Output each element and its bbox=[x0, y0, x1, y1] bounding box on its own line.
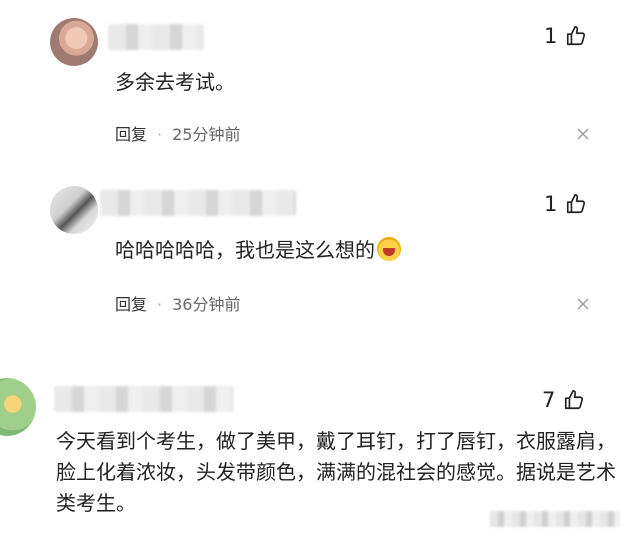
comment-meta: 回复 · 36分钟前 bbox=[115, 291, 240, 315]
comment-meta: 回复 · 25分钟前 bbox=[115, 121, 240, 145]
close-icon[interactable] bbox=[577, 298, 589, 310]
meta-separator: · bbox=[157, 125, 163, 144]
username-blurred[interactable] bbox=[54, 386, 234, 412]
reply-link[interactable]: 回复 bbox=[115, 295, 147, 314]
like-button[interactable]: 1 bbox=[544, 192, 587, 216]
comment-time: 36分钟前 bbox=[172, 295, 241, 314]
like-button[interactable]: 1 bbox=[544, 24, 587, 48]
watermark-blurred bbox=[490, 511, 620, 527]
like-button[interactable]: 7 bbox=[542, 388, 585, 412]
thumbs-up-icon bbox=[567, 26, 586, 46]
avatar[interactable] bbox=[0, 378, 36, 436]
laughing-crying-emoji-icon bbox=[377, 237, 401, 261]
username-blurred[interactable] bbox=[108, 24, 204, 50]
like-count: 1 bbox=[544, 24, 558, 48]
thumbs-up-icon bbox=[565, 390, 584, 410]
comment-text: 哈哈哈哈哈，我也是这么想的 bbox=[115, 235, 401, 266]
like-count: 1 bbox=[544, 192, 558, 216]
like-count: 7 bbox=[542, 388, 556, 412]
comment-text: 今天看到个考生，做了美甲，戴了耳钉，打了唇钉，衣服露肩，脸上化着浓妆，头发带颜色… bbox=[56, 429, 616, 515]
meta-separator: · bbox=[157, 295, 163, 314]
close-icon[interactable] bbox=[577, 128, 589, 140]
thumbs-up-icon bbox=[567, 194, 586, 214]
comment-text: 多余去考试。 bbox=[115, 70, 235, 94]
username-blurred[interactable] bbox=[100, 190, 296, 216]
comment-text-content: 哈哈哈哈哈，我也是这么想的 bbox=[115, 238, 375, 262]
reply-link[interactable]: 回复 bbox=[115, 125, 147, 144]
avatar[interactable] bbox=[50, 186, 98, 234]
comment-time: 25分钟前 bbox=[172, 125, 241, 144]
avatar[interactable] bbox=[50, 18, 98, 66]
